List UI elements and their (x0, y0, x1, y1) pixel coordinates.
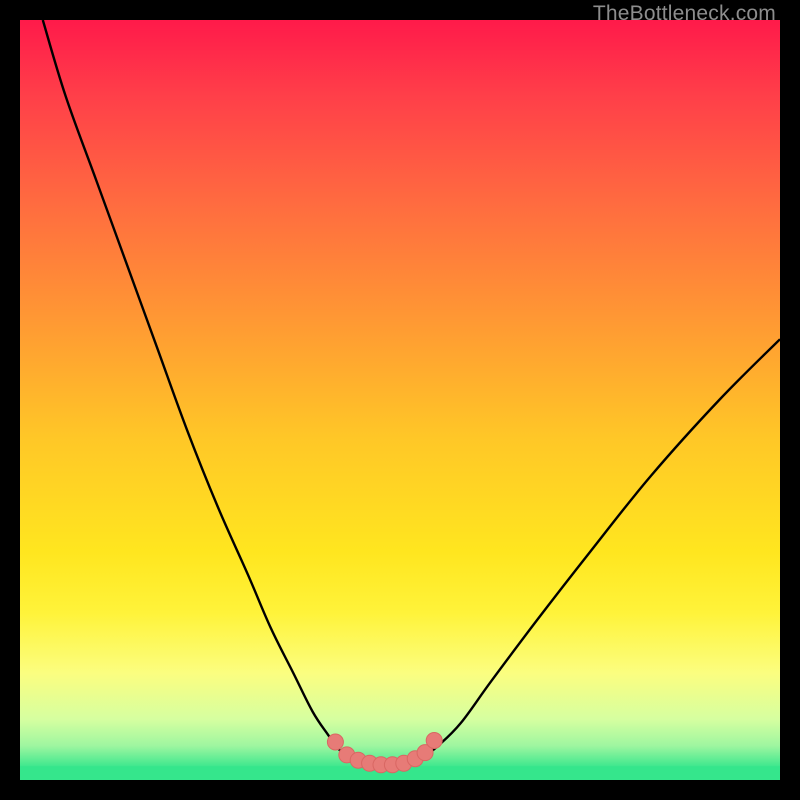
valley-marker (426, 732, 442, 748)
watermark-text: TheBottleneck.com (593, 2, 776, 26)
chart-frame (20, 20, 780, 780)
valley-marker (327, 734, 343, 750)
gradient-background (20, 20, 780, 780)
bottleneck-chart-svg (20, 20, 780, 780)
